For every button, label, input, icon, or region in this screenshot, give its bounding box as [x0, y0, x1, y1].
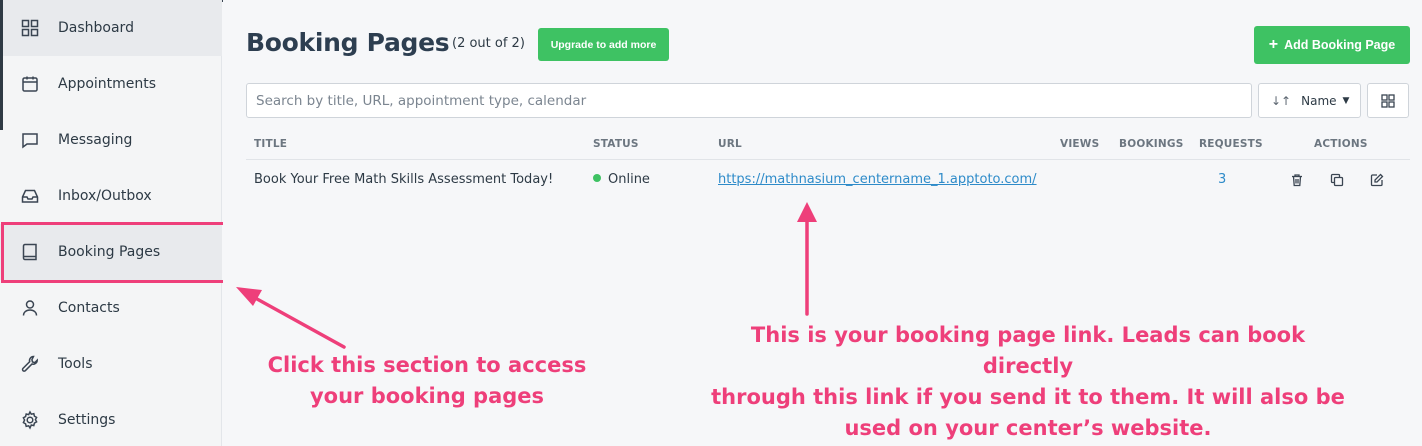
- sidebar-item-label: Appointments: [58, 76, 157, 92]
- sidebar-item-inbox-outbox[interactable]: Inbox/Outbox: [0, 168, 222, 224]
- sidebar-item-tools[interactable]: Tools: [0, 336, 222, 392]
- column-header-bookings[interactable]: BOOKINGS: [1119, 138, 1183, 150]
- wrench-icon: [20, 354, 40, 374]
- column-header-actions: ACTIONS: [1314, 138, 1368, 150]
- window-edge: [0, 0, 3, 130]
- sidebar-item-label: Inbox/Outbox: [58, 188, 152, 204]
- upgrade-button[interactable]: Upgrade to add more: [538, 28, 669, 61]
- online-status-dot: [593, 174, 601, 182]
- booking-page-title[interactable]: Book Your Free Math Skills Assessment To…: [254, 172, 553, 187]
- column-header-url[interactable]: URL: [718, 138, 742, 150]
- annotation-line: Click this section to access: [267, 353, 587, 377]
- sidebar-item-messaging[interactable]: Messaging: [0, 112, 222, 168]
- message-icon: [20, 130, 40, 150]
- booking-page-url-link[interactable]: https://mathnasium_centername_1.apptoto.…: [718, 172, 1037, 187]
- grid-view-button[interactable]: [1367, 83, 1409, 118]
- add-booking-page-button[interactable]: + Add Booking Page: [1254, 26, 1410, 64]
- plus-icon: +: [1268, 36, 1279, 53]
- person-icon: [20, 298, 40, 318]
- page-count: (2 out of 2): [452, 36, 525, 51]
- column-header-views[interactable]: VIEWS: [1060, 138, 1099, 150]
- status-label: Online: [608, 172, 650, 187]
- annotation-sidebar-note: Click this section to access your bookin…: [262, 350, 592, 412]
- edit-icon[interactable]: [1369, 172, 1385, 188]
- sort-dropdown[interactable]: ↓↑ Name ▼: [1258, 83, 1361, 118]
- copy-icon[interactable]: [1329, 172, 1345, 188]
- search-input[interactable]: [246, 83, 1252, 118]
- status-badge: Online: [593, 172, 650, 187]
- annotation-line: through this link if you send it to them…: [711, 385, 1345, 409]
- requests-link[interactable]: 3: [1218, 172, 1226, 187]
- gear-icon: [20, 410, 40, 430]
- sidebar-item-contacts[interactable]: Contacts: [0, 280, 222, 336]
- annotation-url-note: This is your booking page link. Leads ca…: [708, 320, 1348, 444]
- sort-icon: ↓↑: [1271, 93, 1292, 108]
- column-header-status[interactable]: STATUS: [593, 138, 639, 150]
- annotation-line: This is your booking page link. Leads ca…: [750, 323, 1306, 378]
- annotation-highlight-box: [1, 222, 226, 283]
- page-title: Booking Pages: [246, 28, 450, 57]
- sidebar-item-settings[interactable]: Settings: [0, 392, 222, 446]
- chevron-down-icon: ▼: [1342, 95, 1350, 106]
- inbox-icon: [20, 186, 40, 206]
- sidebar-item-appointments[interactable]: Appointments: [0, 56, 222, 112]
- add-booking-page-label: Add Booking Page: [1284, 38, 1396, 52]
- dashboard-icon: [20, 18, 40, 38]
- column-header-requests[interactable]: REQUESTS: [1199, 138, 1263, 150]
- table-divider: [246, 159, 1410, 160]
- annotation-line: used on your center’s website.: [844, 416, 1212, 440]
- annotation-line: your booking pages: [309, 384, 545, 408]
- sidebar-item-label: Messaging: [58, 132, 133, 148]
- sidebar-item-dashboard[interactable]: Dashboard: [0, 0, 222, 56]
- sidebar-item-label: Tools: [58, 356, 93, 372]
- column-header-title[interactable]: TITLE: [254, 138, 287, 150]
- grid-icon: [1381, 93, 1395, 108]
- sidebar-item-label: Dashboard: [58, 20, 134, 36]
- trash-icon[interactable]: [1289, 172, 1305, 188]
- sort-label: Name: [1301, 93, 1337, 108]
- calendar-icon: [20, 74, 40, 94]
- sidebar-item-label: Settings: [58, 412, 116, 428]
- sidebar-item-label: Contacts: [58, 300, 120, 316]
